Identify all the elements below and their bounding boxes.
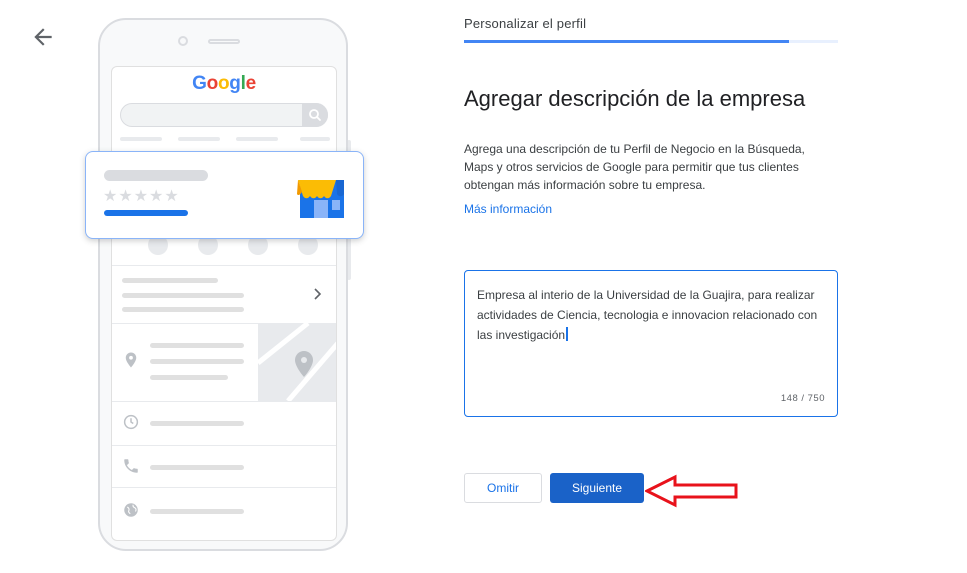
character-counter: 148 / 750 [780, 393, 825, 404]
chevron-right-icon [314, 288, 322, 300]
illustration-map-tile [258, 323, 336, 401]
next-button[interactable]: Siguiente [550, 473, 644, 503]
location-pin-icon [125, 352, 137, 368]
storefront-icon [297, 180, 344, 218]
globe-icon [124, 503, 138, 517]
illustration-business-name [104, 170, 208, 181]
illustration-tabs [120, 137, 330, 141]
google-logo: Google [192, 73, 256, 94]
illustration-business-card: ★★★★★ [85, 151, 364, 239]
phone-camera [178, 36, 188, 46]
textarea-value[interactable]: Empresa al interio de la Universidad de … [477, 285, 827, 345]
rating-stars-icon: ★★★★★ [103, 186, 180, 205]
textarea-content: Empresa al interio de la Universidad de … [477, 288, 818, 342]
step-label: Personalizar el perfil [464, 16, 587, 31]
progress-fill [464, 40, 790, 43]
back-button[interactable] [30, 24, 56, 50]
progress-bar [464, 40, 838, 43]
phone-icon [124, 459, 138, 473]
more-info-link[interactable]: Más información [464, 202, 552, 216]
clock-icon [123, 414, 139, 430]
page-title: Agregar descripción de la empresa [464, 86, 806, 111]
illustration-accent-line [104, 210, 188, 216]
phone-illustration: Google [98, 18, 348, 551]
business-description-textarea[interactable]: Empresa al interio de la Universidad de … [464, 270, 838, 417]
search-icon [309, 109, 321, 121]
phone-screen: Google [111, 66, 337, 541]
description-text: Agrega una descripción de tu Perfil de N… [464, 142, 805, 192]
red-arrow-icon [645, 474, 738, 508]
illustration-search-bar [120, 103, 328, 127]
phone-speaker [208, 39, 240, 44]
skip-button[interactable]: Omitir [464, 473, 542, 503]
arrow-back-icon [34, 28, 52, 46]
illustration-search-button [302, 103, 328, 127]
text-caret [566, 327, 568, 341]
